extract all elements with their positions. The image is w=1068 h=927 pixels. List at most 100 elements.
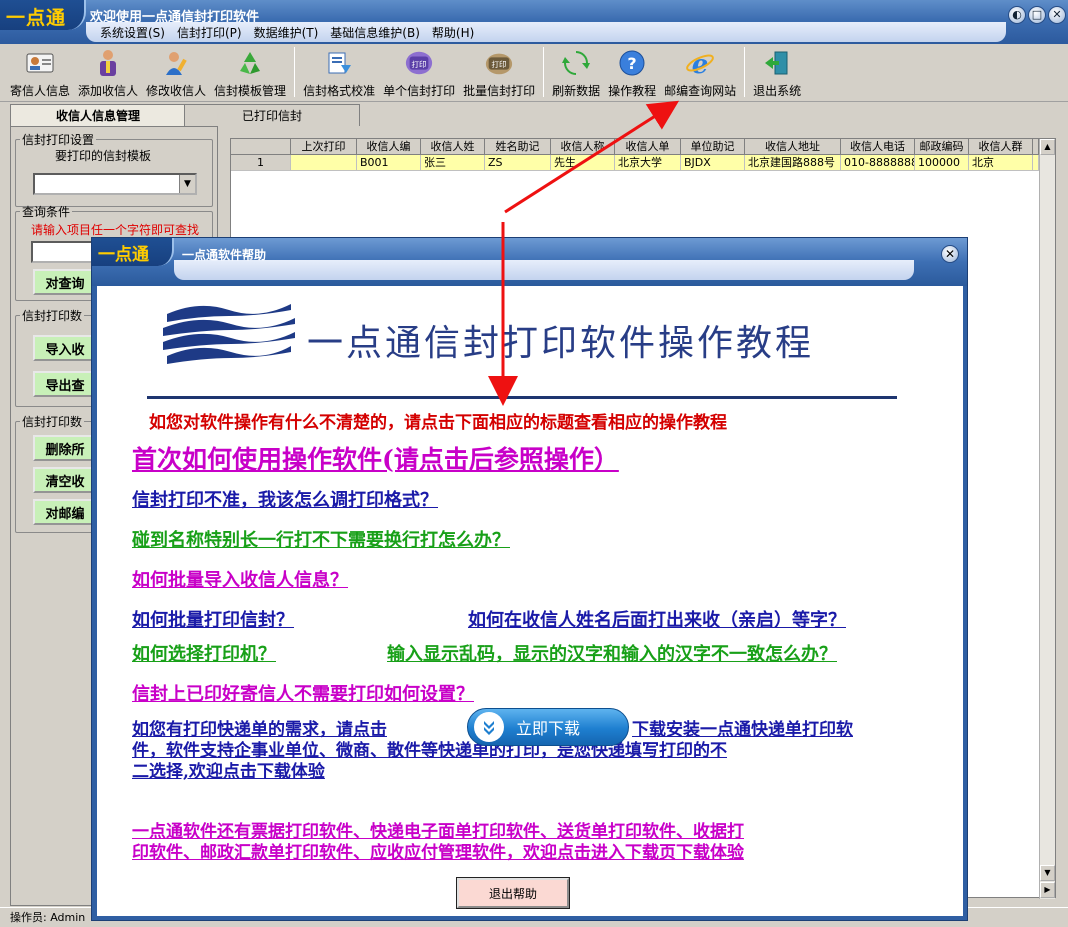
cell-group[interactable]: 北京	[969, 155, 1033, 171]
grid-header-cell[interactable]: 收信人姓	[421, 139, 485, 155]
batch-print-button[interactable]: 打印 批量信封打印	[459, 44, 539, 100]
toolbar: 寄信人信息 添加收信人 修改收信人 信封模板管理 信封格式校准 打印 单个信封打…	[0, 44, 1068, 102]
edit-recipient-label: 修改收信人	[146, 84, 207, 98]
grid-header-cell[interactable]: 姓名助记	[485, 139, 551, 155]
postcode-site-label: 邮编查询网站	[664, 84, 737, 98]
postcode-site-button[interactable]: e 邮编查询网站	[660, 44, 740, 100]
format-calibrate-button[interactable]: 信封格式校准	[299, 44, 379, 100]
toolbar-separator	[543, 47, 545, 97]
single-print-button[interactable]: 打印 单个信封打印	[379, 44, 459, 100]
express-text-line3[interactable]: 二选择,欢迎点击下载体验	[132, 762, 325, 783]
exit-door-icon	[762, 48, 792, 78]
grid-header-cell[interactable]: 收信人电话	[841, 139, 915, 155]
download-now-button[interactable]: 立即下载	[467, 708, 629, 746]
svg-text:打印: 打印	[412, 59, 427, 69]
menu-envelope-print[interactable]: 信封打印(P)	[171, 24, 248, 41]
row-number: 1	[231, 155, 291, 171]
cell-last-print[interactable]	[291, 155, 357, 171]
express-text-line2[interactable]: 件，软件支持企事业单位、微商、散件等快递单的打印，是您快递填写打印的不	[132, 741, 727, 762]
delete-all-button[interactable]: 删除所	[33, 435, 97, 461]
cell-name-mnemonic[interactable]: ZS	[485, 155, 551, 171]
link-batch-import[interactable]: 如何批量导入收信人信息？	[132, 566, 348, 592]
close-button[interactable]: ✕	[1048, 6, 1066, 24]
print-settings-legend: 信封打印设置	[22, 133, 95, 147]
grid-vertical-scrollbar[interactable]: ▲ ▼ ▶	[1039, 139, 1055, 899]
menu-data-maintenance[interactable]: 数据维护(T)	[248, 24, 325, 41]
maintenance-legend: 信封打印数	[22, 415, 83, 429]
cell-address[interactable]: 北京建国路888号	[745, 155, 841, 171]
help-icon: ?	[617, 48, 647, 78]
sender-info-button[interactable]: 寄信人信息	[6, 44, 74, 100]
edit-recipient-button[interactable]: 修改收信人	[142, 44, 210, 100]
cell-phone[interactable]: 010-88888888	[841, 155, 915, 171]
template-manage-button[interactable]: 信封模板管理	[210, 44, 290, 100]
exit-help-button[interactable]: 退出帮助	[456, 877, 570, 909]
grid-header-cell[interactable]: 上次打印	[291, 139, 357, 155]
dialog-title-strip	[174, 260, 914, 280]
toolbar-separator	[294, 47, 296, 97]
dialog-logo: 一点通	[98, 245, 149, 265]
link-select-printer[interactable]: 如何选择打印机？	[132, 640, 276, 666]
link-long-name-wrap[interactable]: 碰到名称特别长一行打不下需要换行打怎么办？	[132, 526, 510, 552]
minimize-button[interactable]: ◐	[1008, 6, 1026, 24]
exit-system-button[interactable]: 退出系统	[749, 44, 805, 100]
postcode-check-button[interactable]: 对邮编	[33, 499, 97, 525]
chevron-down-icon[interactable]: ▼	[179, 175, 195, 193]
single-print-label: 单个信封打印	[383, 84, 456, 98]
tab-printed-envelopes[interactable]: 已打印信封	[184, 104, 360, 126]
scroll-down-icon[interactable]: ▼	[1040, 865, 1055, 881]
link-batch-print[interactable]: 如何批量打印信封？	[132, 606, 294, 632]
link-print-format[interactable]: 信封打印不准，我该怎么调打印格式？	[132, 486, 438, 512]
dialog-close-icon[interactable]: ✕	[941, 245, 959, 263]
grid-header-cell[interactable]: 收信人地址	[745, 139, 841, 155]
refresh-data-button[interactable]: 刷新数据	[548, 44, 604, 100]
query-input[interactable]	[31, 241, 97, 263]
add-recipient-button[interactable]: 添加收信人	[74, 44, 142, 100]
express-text-line1b[interactable]: 下载安装一点通快递单打印软	[632, 720, 853, 741]
tab-recipient-management[interactable]: 收信人信息管理	[10, 104, 186, 126]
cell-recipient-name[interactable]: 张三	[421, 155, 485, 171]
download-arrow-icon	[474, 712, 504, 742]
cell-company-mnemonic[interactable]: BJDX	[681, 155, 745, 171]
help-intro: 如您对软件操作有什么不清楚的，请点击下面相应的标题查看相应的操作教程	[149, 413, 727, 433]
import-export-legend: 信封打印数	[22, 309, 83, 323]
tutorial-button[interactable]: ? 操作教程	[604, 44, 660, 100]
add-recipient-label: 添加收信人	[78, 84, 139, 98]
cell-salutation[interactable]: 先生	[551, 155, 615, 171]
clear-recipients-button[interactable]: 清空收	[33, 467, 97, 493]
import-recipients-button[interactable]: 导入收	[33, 335, 97, 361]
grid-header-cell[interactable]: 收信人编	[357, 139, 421, 155]
id-card-icon	[25, 48, 55, 78]
maximize-button[interactable]: □	[1028, 6, 1046, 24]
query-button[interactable]: 对查询	[33, 269, 97, 295]
batch-print-label: 批量信封打印	[463, 84, 536, 98]
scroll-right-icon[interactable]: ▶	[1040, 882, 1055, 898]
link-first-use[interactable]: 首次如何使用操作软件(请点击后参照操作）	[132, 440, 619, 476]
grid-header-cell[interactable]: 收信人群	[969, 139, 1033, 155]
grid-header-cell[interactable]: 收信人单	[615, 139, 681, 155]
menu-system-settings[interactable]: 系统设置(S)	[94, 24, 171, 41]
grid-header-cell[interactable]: 单位助记	[681, 139, 745, 155]
link-preprinted-sender[interactable]: 信封上已印好寄信人不需要打印如何设置？	[132, 680, 474, 706]
export-query-button[interactable]: 导出查	[33, 371, 97, 397]
table-row[interactable]: 1 B001 张三 ZS 先生 北京大学 BJDX 北京建国路888号 010-…	[231, 155, 1039, 171]
other-software-line1[interactable]: 一点通软件还有票据打印软件、快递电子面单打印软件、送货单打印软件、收据打	[132, 822, 744, 843]
help-dialog-body: 一点通信封打印软件操作教程 如您对软件操作有什么不清楚的，请点击下面相应的标题查…	[97, 286, 963, 916]
template-select[interactable]: ▼	[33, 173, 197, 195]
recycle-icon	[235, 48, 265, 78]
menu-basic-info[interactable]: 基础信息维护(B)	[324, 24, 426, 41]
cell-company[interactable]: 北京大学	[615, 155, 681, 171]
grid-header-cell[interactable]: 邮政编码	[915, 139, 969, 155]
app-logo-tab: 一点通	[0, 0, 86, 30]
other-software-line2[interactable]: 印软件、邮政汇款单打印软件、应收应付管理软件，欢迎点击进入下载页下载体验	[132, 843, 744, 864]
scroll-up-icon[interactable]: ▲	[1040, 139, 1055, 155]
refresh-data-label: 刷新数据	[552, 84, 601, 98]
link-name-suffix[interactable]: 如何在收信人姓名后面打出来收（亲启）等字？	[468, 606, 846, 632]
format-calibrate-label: 信封格式校准	[303, 84, 376, 98]
cell-postcode[interactable]: 100000	[915, 155, 969, 171]
link-garbled-text[interactable]: 输入显示乱码，显示的汉字和输入的汉字不一致怎么办？	[387, 640, 837, 666]
menu-help[interactable]: 帮助(H)	[426, 24, 480, 41]
cell-recipient-id[interactable]: B001	[357, 155, 421, 171]
express-text-line1a[interactable]: 如您有打印快递单的需求，请点击	[132, 720, 387, 741]
grid-header-cell[interactable]: 收信人称	[551, 139, 615, 155]
